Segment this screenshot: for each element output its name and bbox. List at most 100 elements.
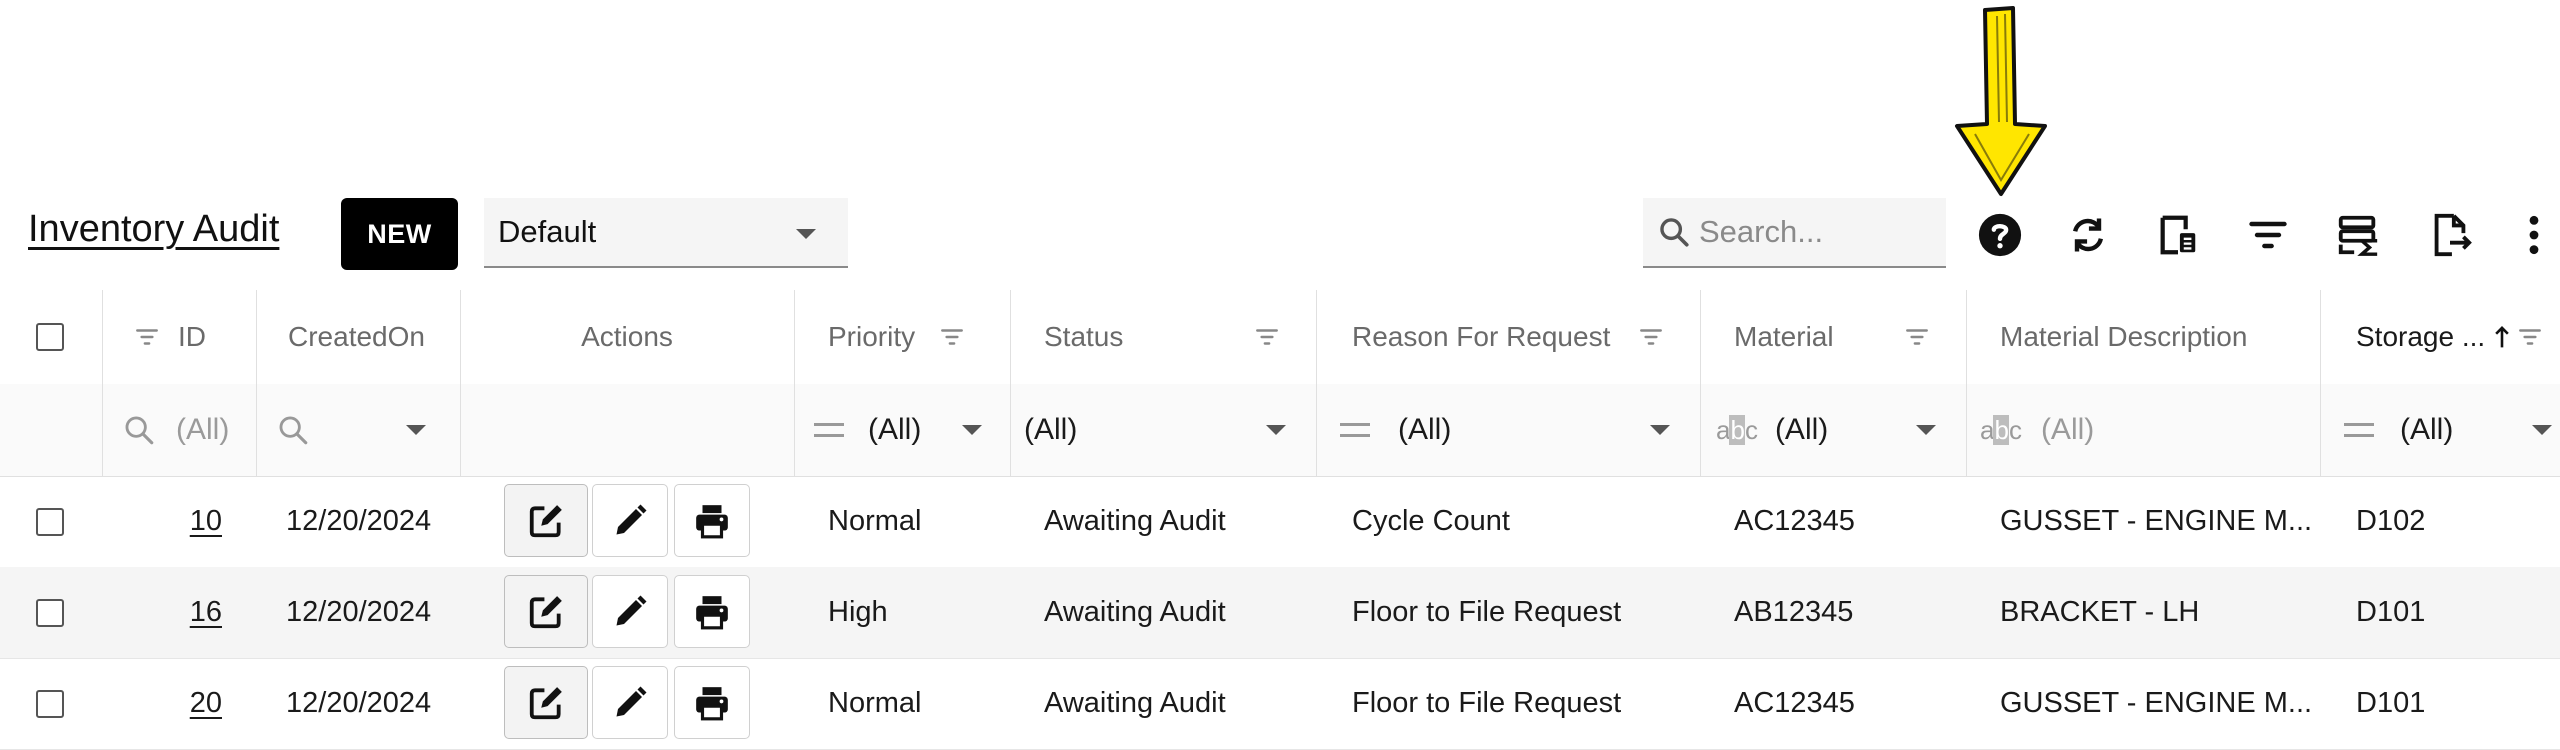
id-cell: 10 <box>102 476 222 567</box>
column-header-id[interactable]: ID <box>102 290 252 384</box>
filter-button[interactable] <box>2240 207 2296 263</box>
chevron-down-icon[interactable] <box>1266 425 1286 435</box>
search-icon <box>1660 218 1689 247</box>
id-cell: 20 <box>102 658 222 749</box>
print-button[interactable] <box>674 484 750 557</box>
column-header-created-on[interactable]: CreatedOn <box>256 290 456 384</box>
chevron-down-icon[interactable] <box>1916 425 1936 435</box>
print-button[interactable] <box>674 666 750 739</box>
edit-button[interactable] <box>592 666 668 739</box>
column-header-reason[interactable]: Reason For Request <box>1320 290 1700 384</box>
chevron-down-icon[interactable] <box>2532 425 2552 435</box>
filter-cell-reason[interactable]: (All) <box>1320 384 1700 476</box>
help-button[interactable] <box>1972 207 2028 263</box>
filter-cell-id[interactable]: (All) <box>102 384 252 476</box>
column-header-priority[interactable]: Priority <box>798 290 1010 384</box>
storage-cell: D101 <box>2356 596 2426 628</box>
column-header-label: Material <box>1734 321 1834 352</box>
created-on-cell: 12/20/2024 <box>286 687 432 719</box>
table-row[interactable]: 16 12/20/2024 High Awaiting Audit Floor … <box>0 567 2560 659</box>
contains-operator-icon[interactable]: abc <box>1716 414 1758 446</box>
more-options-button[interactable] <box>2506 207 2560 263</box>
help-icon <box>1978 213 2022 257</box>
new-button[interactable]: NEW <box>341 198 458 270</box>
pencil-icon <box>616 686 647 716</box>
contains-operator-icon[interactable]: abc <box>1980 414 2022 446</box>
search-box[interactable] <box>1643 198 1946 268</box>
filter-cell-created-on[interactable] <box>256 384 456 476</box>
filter-value: (All) <box>176 413 230 446</box>
filter-cell-material-description[interactable]: abc (All) <box>1970 384 2320 476</box>
filter-cell-status[interactable]: (All) <box>1014 384 1316 476</box>
filter-value: (All) <box>2040 413 2095 446</box>
edit-button[interactable] <box>592 484 668 557</box>
search-icon <box>279 416 308 445</box>
chevron-down-icon[interactable] <box>1650 425 1670 435</box>
audit-button[interactable] <box>504 484 588 557</box>
edit-button[interactable] <box>592 575 668 648</box>
column-header-material-description[interactable]: Material Description <box>1970 290 2320 384</box>
filter-cell-storage[interactable]: (All) <box>2324 384 2560 476</box>
filter-icon[interactable] <box>2517 327 2543 347</box>
column-header-storage[interactable]: Storage ... <box>2324 290 2560 384</box>
id-link[interactable]: 16 <box>190 596 222 629</box>
filter-icon[interactable] <box>1904 327 1930 347</box>
summary-button[interactable] <box>2330 207 2386 263</box>
column-header-material[interactable]: Material <box>1704 290 1966 384</box>
status-cell: Awaiting Audit <box>1044 687 1226 719</box>
sort-ascending-icon <box>2495 326 2509 348</box>
pencil-icon <box>616 504 647 534</box>
filter-icon[interactable] <box>1638 327 1664 347</box>
refresh-button[interactable] <box>2060 207 2116 263</box>
table-row[interactable]: 10 12/20/2024 Normal Awaiting Audit Cycl… <box>0 476 2560 568</box>
filter-value: (All) <box>868 413 922 446</box>
filter-icon[interactable] <box>939 327 965 347</box>
audit-button[interactable] <box>504 666 588 739</box>
created-on-cell: 12/20/2024 <box>286 596 432 628</box>
material-cell: AB12345 <box>1734 596 1854 628</box>
filter-cell-material[interactable]: abc (All) <box>1704 384 1966 476</box>
row-checkbox[interactable] <box>36 689 64 718</box>
column-header-label: Actions <box>581 321 673 352</box>
column-header-status[interactable]: Status <box>1014 290 1316 384</box>
select-all-checkbox[interactable] <box>36 323 64 351</box>
column-header-label: Storage ... <box>2356 321 2486 352</box>
material-description-cell: GUSSET - ENGINE M... <box>2000 687 2310 719</box>
summary-icon <box>2338 215 2378 256</box>
search-icon <box>125 416 154 445</box>
equals-operator-icon[interactable] <box>814 423 844 437</box>
id-link[interactable]: 20 <box>190 687 222 720</box>
status-cell: Awaiting Audit <box>1044 596 1226 628</box>
chevron-down-icon[interactable] <box>406 425 426 435</box>
filter-cell-priority[interactable]: (All) <box>798 384 1010 476</box>
table-row[interactable]: 20 12/20/2024 Normal Awaiting Audit Floo… <box>0 658 2560 750</box>
id-link[interactable]: 10 <box>190 505 222 538</box>
row-select-cell <box>36 658 76 749</box>
filter-icon[interactable] <box>1254 327 1280 347</box>
view-select[interactable]: Default <box>484 198 848 268</box>
column-chooser-button[interactable] <box>2150 207 2206 263</box>
row-checkbox[interactable] <box>36 598 64 627</box>
chevron-down-icon[interactable] <box>962 425 982 435</box>
view-select-value: Default <box>498 214 597 249</box>
row-checkbox[interactable] <box>36 507 64 536</box>
equals-operator-icon[interactable] <box>1340 423 1370 437</box>
select-all-cell <box>36 290 76 384</box>
column-header-label: ID <box>178 321 206 352</box>
filter-icon[interactable] <box>134 327 160 347</box>
refresh-icon <box>2073 218 2103 252</box>
edit-note-icon <box>529 595 562 628</box>
annotation-arrow-icon <box>1955 6 2047 196</box>
column-header-actions: Actions <box>460 290 794 384</box>
search-input[interactable] <box>1697 213 1931 251</box>
export-button[interactable] <box>2422 207 2478 263</box>
reason-cell: Floor to File Request <box>1352 596 1622 628</box>
row-select-cell <box>36 476 76 567</box>
audit-button[interactable] <box>504 575 588 648</box>
reason-cell: Floor to File Request <box>1352 687 1622 719</box>
filter-value: (All) <box>1024 413 1078 446</box>
equals-operator-icon[interactable] <box>2344 423 2374 437</box>
status-cell: Awaiting Audit <box>1044 505 1226 537</box>
pencil-icon <box>616 595 647 625</box>
print-button[interactable] <box>674 575 750 648</box>
